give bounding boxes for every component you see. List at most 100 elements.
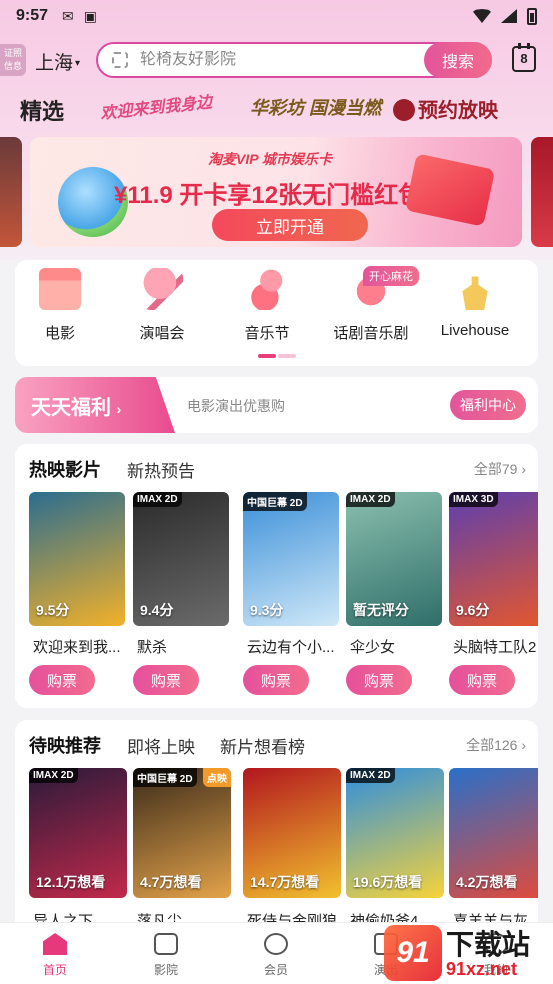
section-title[interactable]: 热映影片 xyxy=(29,456,101,482)
nav-tab-screening-label: 预约放映 xyxy=(418,100,498,122)
movie-score: 9.3分 xyxy=(250,602,284,618)
pager-dot xyxy=(278,354,296,358)
home-icon xyxy=(43,933,67,955)
section-title[interactable]: 待映推荐 xyxy=(29,732,101,758)
buy-ticket-button[interactable]: 购票 xyxy=(133,665,199,695)
calendar-icon[interactable]: 8 xyxy=(512,43,536,72)
movie-title[interactable]: 伞少女 xyxy=(350,636,446,657)
movie-poster[interactable]: 中国巨幕 2D 9.3分 xyxy=(243,492,339,626)
tab-coming-soon[interactable]: 即将上映 xyxy=(127,733,195,758)
tab-label: 影院 xyxy=(153,963,178,977)
chevron-right-icon: › xyxy=(521,461,526,477)
movie-poster[interactable]: IMAX 2D 暂无评分 xyxy=(346,492,442,626)
buy-ticket-button[interactable]: 购票 xyxy=(29,665,95,695)
want-count: 4.7万想看 xyxy=(140,874,202,890)
site-watermark: 91 下载站 91xz.net xyxy=(384,923,553,984)
format-tag: 中国巨幕 2D xyxy=(133,768,197,787)
category-pager xyxy=(258,354,296,358)
format-tag: IMAX 2D xyxy=(346,768,395,783)
wifi-icon xyxy=(473,9,491,23)
view-all-text: 全部126 xyxy=(466,737,518,753)
movie-poster[interactable]: 14.7万想看 xyxy=(243,768,341,898)
banner-title: 淘麦VIP 城市娱乐卡 xyxy=(208,151,332,167)
welfare-bar[interactable]: 天天福利 › 电影演出优惠购 福利中心 xyxy=(15,377,538,433)
movie-poster[interactable]: IMAX 2D 12.1万想看 xyxy=(29,768,127,898)
banner-prev-peek[interactable] xyxy=(0,137,22,247)
status-time: 9:57 xyxy=(16,7,49,24)
tab-cinema[interactable]: 影院 xyxy=(136,933,196,978)
music-festival-icon xyxy=(246,268,288,310)
watermark-logo: 91 xyxy=(384,925,442,981)
format-tag: IMAX 2D xyxy=(133,492,182,507)
category-label: 演唱会 xyxy=(139,325,185,342)
movie-score: 暂无评分 xyxy=(353,602,409,618)
cinema-icon xyxy=(154,933,178,955)
category-label: 电影 xyxy=(44,325,75,342)
buy-ticket-button[interactable]: 购票 xyxy=(346,665,412,695)
movie-poster[interactable]: 中国巨幕 2D 点映 4.7万想看 xyxy=(133,768,231,898)
banner-main-text: ¥11.9 开卡享12张无门槛红包 xyxy=(114,182,423,209)
tab-new-trailers[interactable]: 新热预告 xyxy=(127,457,195,482)
search-input[interactable] xyxy=(140,51,410,69)
tab-home[interactable]: 首页 xyxy=(25,933,85,978)
category-label: 话剧音乐剧 xyxy=(333,325,409,342)
upcoming-section: 待映推荐 即将上映 新片想看榜 全部126 › IMAX 2D12.1万想看异人… xyxy=(15,720,538,950)
category-grid: 电影 演唱会 音乐节 话剧音乐剧 开心麻花 Livehouse xyxy=(15,260,538,366)
view-all-text: 全部79 xyxy=(473,461,518,477)
chevron-right-icon: › xyxy=(521,737,526,753)
license-info-tag[interactable]: 证照信息 xyxy=(0,44,26,76)
banner-next-peek[interactable] xyxy=(531,137,553,247)
category-label: Livehouse xyxy=(440,322,510,339)
format-tag: IMAX 2D xyxy=(29,768,78,783)
movie-poster[interactable]: IMAX 2D 9.4分 xyxy=(133,492,229,626)
movie-score: 9.4分 xyxy=(140,602,174,618)
movie-title[interactable]: 默杀 xyxy=(137,636,233,657)
movie-score: 9.6分 xyxy=(456,602,490,618)
watermark-text: 下载站 xyxy=(446,929,531,960)
tab-member[interactable]: 会员 xyxy=(246,933,306,978)
movie-poster[interactable]: IMAX 2D 19.6万想看 xyxy=(346,768,444,898)
want-count: 12.1万想看 xyxy=(36,874,106,890)
nav-tab-featured[interactable]: 精选 xyxy=(20,94,64,126)
welfare-desc: 电影演出优惠购 xyxy=(187,398,285,414)
movie-poster[interactable]: 9.5分 xyxy=(29,492,125,626)
top-nav: 精选 欢迎来到我身边 华彩坊 国漫当燃 预约放映 xyxy=(0,88,553,128)
scan-icon[interactable] xyxy=(112,52,128,68)
welfare-title: 天天福利 › xyxy=(15,377,175,433)
city-selector[interactable]: 上海 ▾ xyxy=(35,48,80,75)
movie-poster[interactable]: IMAX 3D 9.6分 xyxy=(449,492,538,626)
movie-clapper-icon xyxy=(39,268,81,310)
buy-ticket-button[interactable]: 购票 xyxy=(449,665,515,695)
category-concert[interactable]: 演唱会 xyxy=(117,268,207,343)
now-showing-section: 热映影片 新热预告 全部79 › 9.5分 欢迎来到我... 购票 IMAX 2D 9.… xyxy=(15,444,538,708)
welfare-center-button[interactable]: 福利中心 xyxy=(450,390,526,420)
buy-ticket-button[interactable]: 购票 xyxy=(243,665,309,695)
wechat-icon: ✉ xyxy=(62,7,74,24)
movie-poster[interactable]: 4.2万想看 xyxy=(449,768,538,898)
signal-icon xyxy=(501,9,517,23)
movie-title[interactable]: 欢迎来到我... xyxy=(33,636,129,657)
promo-banner[interactable]: 淘麦VIP 城市娱乐卡 ¥11.9 开卡享12张无门槛红包 立即开通 xyxy=(30,137,522,247)
view-all-link[interactable]: 全部79 › xyxy=(474,459,526,479)
screening-logo-icon xyxy=(393,99,415,121)
tab-most-wanted[interactable]: 新片想看榜 xyxy=(220,733,305,758)
category-music-festival[interactable]: 音乐节 xyxy=(222,268,312,343)
category-livehouse[interactable]: Livehouse xyxy=(430,268,520,339)
want-count: 19.6万想看 xyxy=(353,874,423,890)
status-bar: 9:57 ✉ ▣ xyxy=(0,0,553,32)
view-all-link[interactable]: 全部126 › xyxy=(466,735,526,755)
format-tag: 中国巨幕 2D xyxy=(243,492,307,511)
tab-label: 会员 xyxy=(263,963,288,977)
banner-open-button[interactable]: 立即开通 xyxy=(212,209,368,241)
guitar-icon xyxy=(462,268,488,310)
category-movie[interactable]: 电影 xyxy=(15,268,105,343)
search-button[interactable]: 搜索 xyxy=(424,42,492,78)
watermark-url: 91xz.net xyxy=(446,959,518,979)
nav-tab-screening[interactable]: 预约放映 xyxy=(393,94,498,123)
nav-tab-huacaifang[interactable]: 华彩坊 国漫当燃 xyxy=(250,94,381,120)
movie-title[interactable]: 云边有个小... xyxy=(247,636,343,657)
search-box[interactable]: 搜索 xyxy=(96,42,492,78)
caret-down-icon: ▾ xyxy=(75,58,81,70)
nav-tab-welcome[interactable]: 欢迎来到我身边 xyxy=(99,88,213,124)
movie-title[interactable]: 头脑特工队2 xyxy=(453,636,538,657)
